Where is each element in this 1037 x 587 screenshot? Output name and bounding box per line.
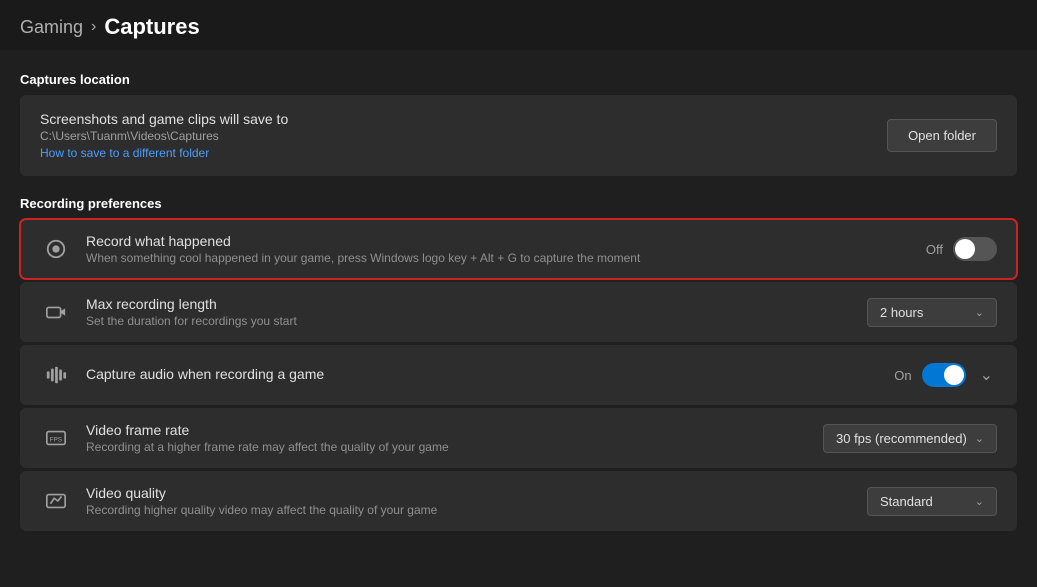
video-frame-rate-row: FPS Video frame rate Recording at a high… <box>20 408 1017 468</box>
max-recording-title: Max recording length <box>86 296 297 312</box>
camera-icon <box>40 296 72 328</box>
record-toggle-track <box>953 237 997 261</box>
record-what-happened-subtitle: When something cool happened in your gam… <box>86 251 640 265</box>
record-what-happened-text: Record what happened When something cool… <box>86 233 640 265</box>
chevron-down-icon: ⌄ <box>975 432 984 445</box>
video-quality-text: Video quality Recording higher quality v… <box>86 485 437 517</box>
video-quality-left: Video quality Recording higher quality v… <box>40 485 437 517</box>
location-info: Screenshots and game clips will save to … <box>40 111 288 160</box>
capture-audio-toggle-track <box>922 363 966 387</box>
capture-audio-control: On ⌄ <box>894 361 997 389</box>
max-recording-length-row: Max recording length Set the duration fo… <box>20 282 1017 342</box>
capture-audio-expand-button[interactable]: ⌄ <box>976 361 997 389</box>
chevron-down-icon: ⌄ <box>975 495 984 508</box>
breadcrumb-current: Captures <box>104 14 199 40</box>
max-recording-left: Max recording length Set the duration fo… <box>40 296 297 328</box>
video-quality-title: Video quality <box>86 485 437 501</box>
location-link[interactable]: How to save to a different folder <box>40 146 288 160</box>
capture-audio-title: Capture audio when recording a game <box>86 366 324 382</box>
video-quality-row: Video quality Recording higher quality v… <box>20 471 1017 531</box>
video-quality-dropdown[interactable]: Standard ⌄ <box>867 487 997 516</box>
breadcrumb-separator: › <box>91 18 96 36</box>
record-what-happened-left: Record what happened When something cool… <box>40 233 640 265</box>
video-frame-rate-subtitle: Recording at a higher frame rate may aff… <box>86 440 449 454</box>
video-frame-rate-dropdown-value: 30 fps (recommended) <box>836 431 967 446</box>
max-recording-dropdown-value: 2 hours <box>880 305 923 320</box>
max-recording-subtitle: Set the duration for recordings you star… <box>86 314 297 328</box>
breadcrumb: Gaming › Captures <box>0 0 1037 50</box>
max-recording-text: Max recording length Set the duration fo… <box>86 296 297 328</box>
max-recording-control: 2 hours ⌄ <box>867 298 997 327</box>
record-toggle[interactable] <box>953 237 997 261</box>
recording-preferences-label: Recording preferences <box>20 180 1017 219</box>
video-frame-rate-text: Video frame rate Recording at a higher f… <box>86 422 449 454</box>
record-what-happened-title: Record what happened <box>86 233 640 249</box>
video-quality-subtitle: Recording higher quality video may affec… <box>86 503 437 517</box>
quality-icon <box>40 485 72 517</box>
captures-location-card: Screenshots and game clips will save to … <box>20 95 1017 176</box>
record-toggle-thumb <box>955 239 975 259</box>
video-quality-dropdown-value: Standard <box>880 494 933 509</box>
captures-location-label: Captures location <box>20 60 1017 95</box>
location-title: Screenshots and game clips will save to <box>40 111 288 127</box>
fps-icon: FPS <box>40 422 72 454</box>
capture-audio-left: Capture audio when recording a game <box>40 359 324 391</box>
chevron-down-icon: ⌄ <box>975 306 984 319</box>
video-frame-rate-title: Video frame rate <box>86 422 449 438</box>
record-what-happened-control: Off <box>926 237 997 261</box>
max-recording-dropdown[interactable]: 2 hours ⌄ <box>867 298 997 327</box>
video-frame-rate-dropdown[interactable]: 30 fps (recommended) ⌄ <box>823 424 997 453</box>
video-frame-rate-left: FPS Video frame rate Recording at a high… <box>40 422 449 454</box>
open-folder-button[interactable]: Open folder <box>887 119 997 152</box>
main-content: Captures location Screenshots and game c… <box>0 50 1037 544</box>
breadcrumb-parent[interactable]: Gaming <box>20 17 83 38</box>
capture-audio-text: Capture audio when recording a game <box>86 366 324 384</box>
capture-audio-toggle-label: On <box>894 368 911 383</box>
capture-audio-toggle-thumb <box>944 365 964 385</box>
record-icon <box>40 233 72 265</box>
capture-audio-toggle[interactable] <box>922 363 966 387</box>
capture-audio-row: Capture audio when recording a game On ⌄ <box>20 345 1017 405</box>
video-quality-control: Standard ⌄ <box>867 487 997 516</box>
location-path: C:\Users\Tuanm\Videos\Captures <box>40 129 288 143</box>
audio-icon <box>40 359 72 391</box>
record-toggle-label: Off <box>926 242 943 257</box>
svg-text:FPS: FPS <box>50 437 62 444</box>
record-what-happened-row: Record what happened When something cool… <box>20 219 1017 279</box>
video-frame-rate-control: 30 fps (recommended) ⌄ <box>823 424 997 453</box>
